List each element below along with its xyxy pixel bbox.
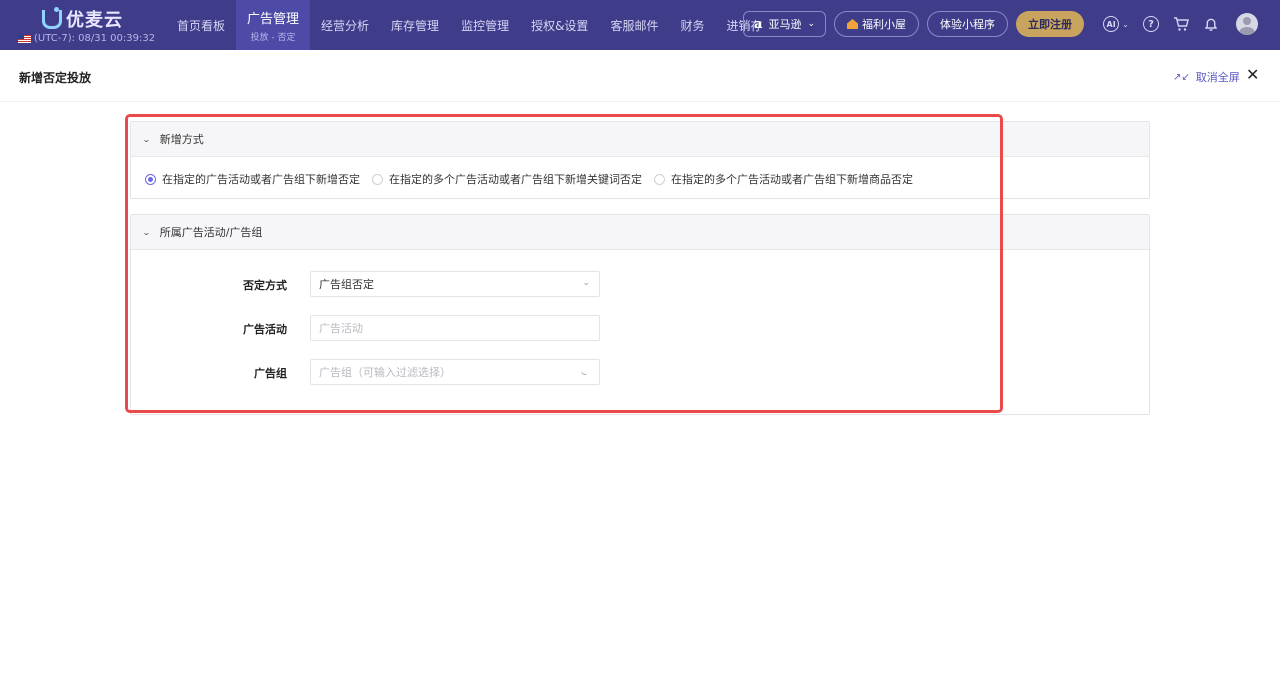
chevron-down-icon: ⌄ (141, 227, 151, 237)
negate-mode-select[interactable]: 广告组否定 ⌄ (310, 271, 600, 297)
chevron-down-icon: ⌄ (582, 278, 590, 288)
register-button[interactable]: 立即注册 (1016, 11, 1084, 37)
radio-multi-product[interactable]: 在指定的多个广告活动或者广告组下新增商品否定 (654, 171, 913, 187)
marketplace-label: 亚马逊 (768, 18, 802, 31)
campaign-placeholder: 广告活动 (319, 322, 363, 335)
bell-icon (1204, 18, 1218, 31)
nav-label: 财务 (680, 18, 705, 33)
chevron-down-icon: ⌄ (141, 134, 151, 144)
chevron-down-icon: ⌄ (807, 19, 815, 29)
cart-icon (1174, 16, 1189, 31)
add-method-header[interactable]: ⌄ 新增方式 (131, 122, 1149, 157)
ad-group-label: 广告组 (254, 367, 287, 380)
user-avatar[interactable] (1236, 13, 1258, 35)
nav-label: 监控管理 (461, 18, 510, 33)
add-method-panel: ⌄ 新增方式 在指定的广告活动或者广告组下新增否定 在指定的多个广告活动或者广告… (130, 121, 1150, 199)
negate-mode-value: 广告组否定 (319, 278, 374, 291)
ai-icon: AI (1103, 16, 1120, 32)
exit-fullscreen-label: 取消全屏 (1195, 71, 1240, 84)
radio-label: 在指定的广告活动或者广告组下新增否定 (162, 173, 360, 186)
nav-label: 广告管理 (247, 11, 300, 27)
header-tools: a 亚马逊 ⌄ 福利小屋 体验小程序 立即注册 AI ⌄ ? (743, 11, 1258, 37)
logo[interactable]: 优麦云 (40, 6, 123, 32)
miniapp-button[interactable]: 体验小程序 (927, 11, 1008, 37)
add-method-radio-group: 在指定的广告活动或者广告组下新增否定 在指定的多个广告活动或者广告组下新增关键词… (131, 157, 1149, 187)
nav-business-analysis[interactable]: 经营分析 (310, 0, 380, 50)
negate-mode-row: 否定方式 广告组否定 ⌄ (131, 271, 1151, 297)
top-nav-bar: 优麦云 (UTC-7): 08/31 00:39:32 首页看板 广告管理 投放… (0, 0, 1280, 50)
section-title: 所属广告活动/广告组 (159, 226, 263, 239)
timezone-text: (UTC-7): 08/31 00:39:32 (34, 33, 156, 44)
miniapp-label: 体验小程序 (940, 18, 995, 31)
house-icon (847, 19, 858, 29)
chevron-down-icon: ⌄ (1122, 19, 1129, 29)
us-flag-icon (18, 34, 31, 43)
marketplace-select[interactable]: a 亚马逊 ⌄ (743, 11, 826, 37)
amazon-icon: a (754, 16, 763, 32)
radio-multi-keyword[interactable]: 在指定的多个广告活动或者广告组下新增关键词否定 (372, 171, 642, 187)
exit-fullscreen-button[interactable]: ↗↙ 取消全屏 (1173, 69, 1240, 85)
notification-button[interactable] (1202, 15, 1220, 33)
campaign-adgroup-panel: ⌄ 所属广告活动/广告组 否定方式 广告组否定 ⌄ 广告活动 广告活动 广告组 … (130, 214, 1150, 415)
ad-group-placeholder: 广告组（可输入过滤选择） (319, 366, 451, 379)
question-icon: ? (1143, 16, 1159, 32)
help-button[interactable]: ? (1142, 15, 1160, 33)
nav-auth-settings[interactable]: 授权&设置 (520, 0, 599, 50)
nav-service-mail[interactable]: 客服邮件 (599, 0, 669, 50)
register-label: 立即注册 (1028, 18, 1072, 31)
welfare-button[interactable]: 福利小屋 (834, 11, 919, 37)
logo-icon (40, 7, 62, 30)
negate-mode-label: 否定方式 (243, 279, 287, 292)
nav-label: 授权&设置 (531, 18, 589, 33)
nav-ad-management[interactable]: 广告管理 投放 - 否定 (236, 0, 311, 50)
section-title: 新增方式 (159, 133, 204, 146)
radio-single-target[interactable]: 在指定的广告活动或者广告组下新增否定 (145, 171, 360, 187)
timezone-clock: (UTC-7): 08/31 00:39:32 (18, 33, 155, 44)
nav-home-dashboard[interactable]: 首页看板 (166, 0, 236, 50)
cart-button[interactable] (1172, 15, 1190, 33)
main-nav: 首页看板 广告管理 投放 - 否定 经营分析 库存管理 监控管理 授权&设置 客… (166, 0, 773, 50)
logo-text: 优麦云 (66, 10, 123, 31)
collapse-icon: ↗↙ (1173, 71, 1190, 83)
radio-indicator (145, 173, 156, 185)
nav-label: 库存管理 (391, 18, 440, 33)
radio-indicator (372, 173, 383, 185)
ad-group-row: 广告组 广告组（可输入过滤选择） (131, 359, 1151, 385)
ai-assistant-button[interactable]: AI ⌄ (1102, 15, 1130, 33)
nav-inventory[interactable]: 库存管理 (380, 0, 450, 50)
loading-spinner-icon (579, 365, 591, 377)
campaign-input[interactable]: 广告活动 (310, 315, 600, 341)
nav-label: 首页看板 (177, 18, 226, 33)
page-title: 新增否定投放 (19, 71, 92, 85)
nav-label: 经营分析 (321, 18, 370, 33)
radio-indicator (654, 173, 665, 185)
nav-finance[interactable]: 财务 (669, 0, 715, 50)
nav-sub-label: 投放 - 否定 (250, 32, 296, 43)
campaign-label: 广告活动 (243, 323, 287, 336)
radio-label: 在指定的多个广告活动或者广告组下新增商品否定 (671, 173, 913, 186)
campaign-row: 广告活动 广告活动 (131, 315, 1151, 341)
radio-label: 在指定的多个广告活动或者广告组下新增关键词否定 (389, 173, 642, 186)
welfare-label: 福利小屋 (862, 18, 906, 31)
nav-label: 客服邮件 (610, 18, 659, 33)
campaign-adgroup-header[interactable]: ⌄ 所属广告活动/广告组 (131, 215, 1149, 250)
nav-monitoring[interactable]: 监控管理 (450, 0, 520, 50)
page-header: 新增否定投放 ↗↙ 取消全屏 ✕ (0, 50, 1280, 102)
ad-group-select[interactable]: 广告组（可输入过滤选择） (310, 359, 600, 385)
close-icon[interactable]: ✕ (1246, 65, 1259, 84)
